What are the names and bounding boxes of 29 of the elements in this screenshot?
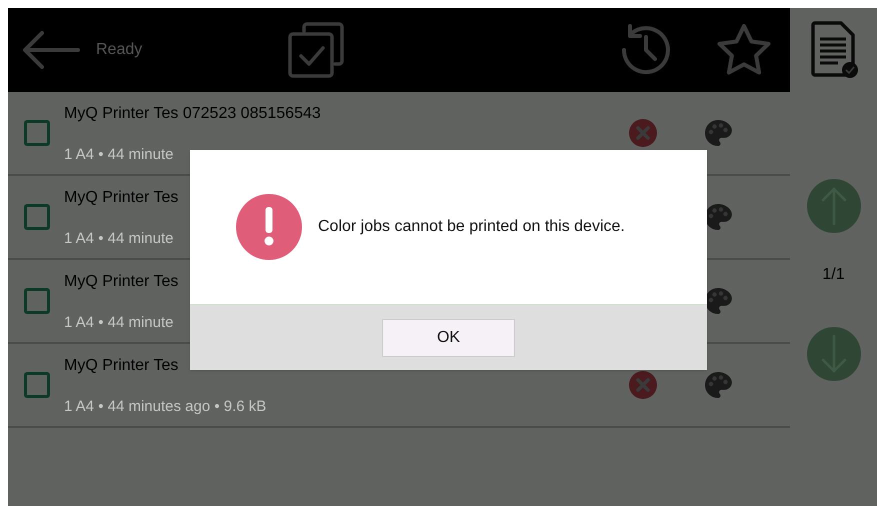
scroll-up-button[interactable] [806, 179, 860, 233]
job-details: 1 A4 • 44 minute [64, 229, 174, 249]
page-counter: 1/1 [822, 265, 845, 285]
palette-icon [704, 287, 732, 315]
exclamation-icon [236, 194, 302, 260]
palette-icon [704, 119, 732, 147]
scroll-down-button[interactable] [806, 327, 860, 381]
checkbox[interactable] [24, 204, 50, 230]
back-button[interactable] [22, 30, 80, 70]
checkbox[interactable] [24, 120, 50, 146]
select-all-button[interactable] [288, 22, 344, 78]
document-icon [808, 21, 858, 79]
job-details: 1 A4 • 44 minute [64, 145, 174, 165]
job-title: MyQ Printer Tes [64, 356, 180, 376]
star-icon [716, 23, 772, 77]
checkbox[interactable] [24, 372, 50, 398]
checked-pages-icon [288, 22, 344, 78]
job-details: 1 A4 • 44 minutes ago • 9.6 kB [64, 397, 268, 417]
job-title: MyQ Printer Tes 072523 085156543 [64, 104, 322, 124]
job-title: MyQ Printer Tes [64, 272, 180, 292]
back-arrow-icon [22, 30, 80, 70]
palette-icon [704, 203, 732, 231]
job-details: 1 A4 • 44 minute [64, 313, 174, 333]
alert-message: Color jobs cannot be printed on this device. [318, 217, 625, 237]
checkbox[interactable] [24, 288, 50, 314]
palette-icon [704, 371, 732, 399]
ok-button[interactable]: OK [382, 318, 515, 356]
status-text: Ready [96, 40, 142, 60]
job-title: MyQ Printer Tes [64, 188, 180, 208]
